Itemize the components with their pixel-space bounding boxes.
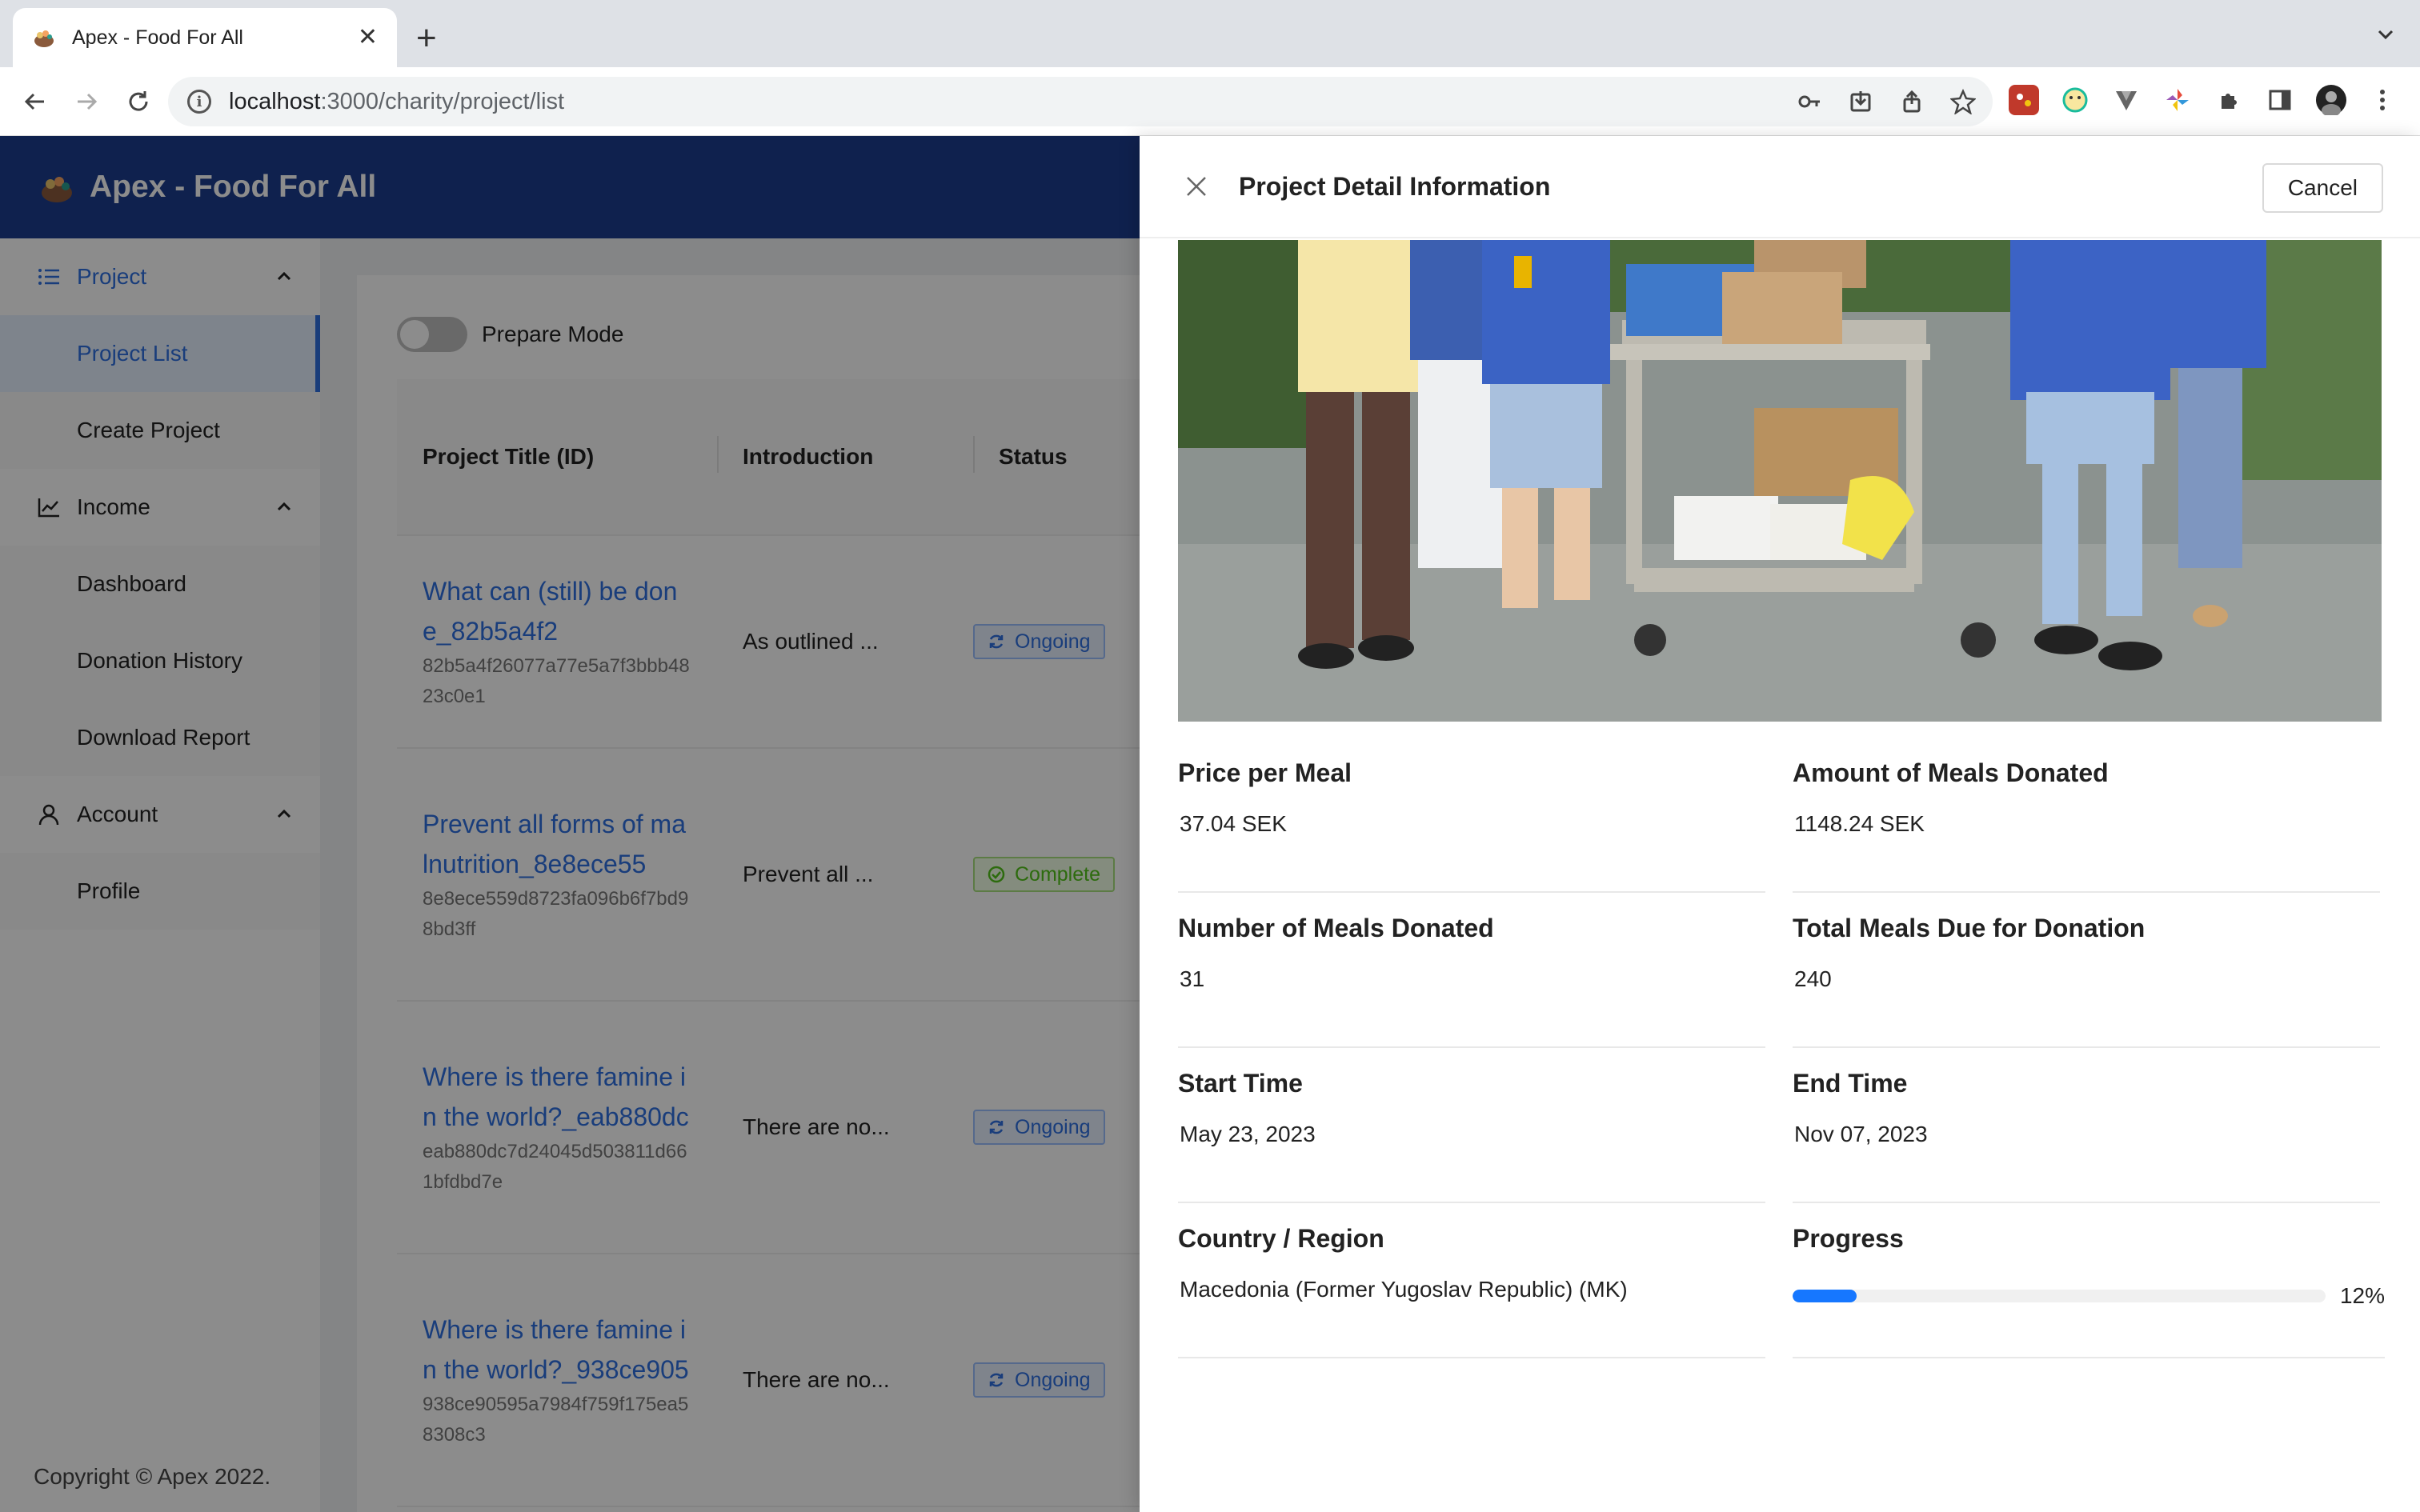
close-tab-icon[interactable]: ✕ [358,26,378,50]
cancel-button[interactable]: Cancel [2262,163,2383,213]
field-start-time: Start Time May 23, 2023 [1178,1062,1765,1203]
browser-tab-title: Apex - Food For All [72,26,243,49]
field-value: 31 [1180,966,1205,991]
field-value: 37.04 SEK [1180,811,1287,836]
bookmark-star-icon[interactable] [1949,88,1977,115]
project-detail-drawer: Project Detail Information Cancel Price … [1140,136,2420,1512]
field-label: Amount of Meals Donated [1793,758,2109,787]
app-favicon-icon [34,30,54,47]
progress-percent: 12% [2339,1283,2385,1308]
browser-tab-bar: Apex - Food For All ✕ + [0,0,2420,67]
field-progress: Progress 12% [1793,1218,2385,1358]
progress-track [1793,1290,2326,1302]
project-photo [1178,240,2382,722]
key-icon[interactable] [1796,88,1823,115]
extensions-puzzle-icon[interactable] [2214,85,2244,115]
field-label: Total Meals Due for Donation [1793,914,2146,942]
field-label: Country / Region [1178,1224,1384,1253]
forward-arrow-icon[interactable] [70,85,104,118]
profile-avatar-icon[interactable] [2316,85,2346,115]
field-value: 240 [1794,966,1832,991]
site-info-icon[interactable]: i [187,90,211,114]
progress-bar: 12% [1793,1283,2385,1309]
drawer-title: Project Detail Information [1239,171,1551,201]
reload-icon[interactable] [122,85,155,118]
share-icon[interactable] [1898,88,1925,115]
install-icon[interactable] [1847,88,1874,115]
extension-v-icon[interactable] [2111,85,2142,115]
field-number-of-meals: Number of Meals Donated 31 [1178,907,1765,1048]
field-end-time: End Time Nov 07, 2023 [1793,1062,2380,1203]
back-arrow-icon[interactable] [18,85,51,118]
field-label: Progress [1793,1224,1904,1253]
close-icon[interactable] [1184,174,1208,198]
url-path: :3000/charity/project/list [320,88,565,114]
field-value: 1148.24 SEK [1794,811,1925,836]
drawer-header: Project Detail Information Cancel [1140,136,2420,238]
drawer-mask[interactable] [0,136,1140,1512]
field-price-per-meal: Price per Meal 37.04 SEK [1178,752,1765,893]
browser-menu-icon[interactable] [2367,85,2398,115]
extension-red-icon[interactable] [2009,85,2039,115]
tab-search-chevron-icon[interactable] [2375,24,2396,45]
side-panel-icon[interactable] [2265,85,2295,115]
url-host: localhost [229,88,321,114]
field-label: Number of Meals Donated [1178,914,1494,942]
field-label: End Time [1793,1069,1908,1098]
browser-toolbar: i localhost:3000/charity/project/list [0,67,2420,136]
address-bar[interactable]: i localhost:3000/charity/project/list [168,77,1993,126]
extension-pinwheel-icon[interactable] [2162,85,2193,115]
browser-tab[interactable]: Apex - Food For All ✕ [13,8,397,67]
new-tab-icon[interactable]: + [416,21,437,56]
progress-fill [1793,1290,1857,1302]
extension-face-icon[interactable] [2060,85,2090,115]
field-label: Price per Meal [1178,758,1352,787]
field-value: Nov 07, 2023 [1794,1122,1928,1146]
field-value: Macedonia (Former Yugoslav Republic) (MK… [1180,1277,1628,1302]
field-total-meals-due: Total Meals Due for Donation 240 [1793,907,2380,1048]
field-label: Start Time [1178,1069,1303,1098]
field-country-region: Country / Region Macedonia (Former Yugos… [1178,1218,1765,1358]
field-amount-donated: Amount of Meals Donated 1148.24 SEK [1793,752,2380,893]
field-value: May 23, 2023 [1180,1122,1316,1146]
